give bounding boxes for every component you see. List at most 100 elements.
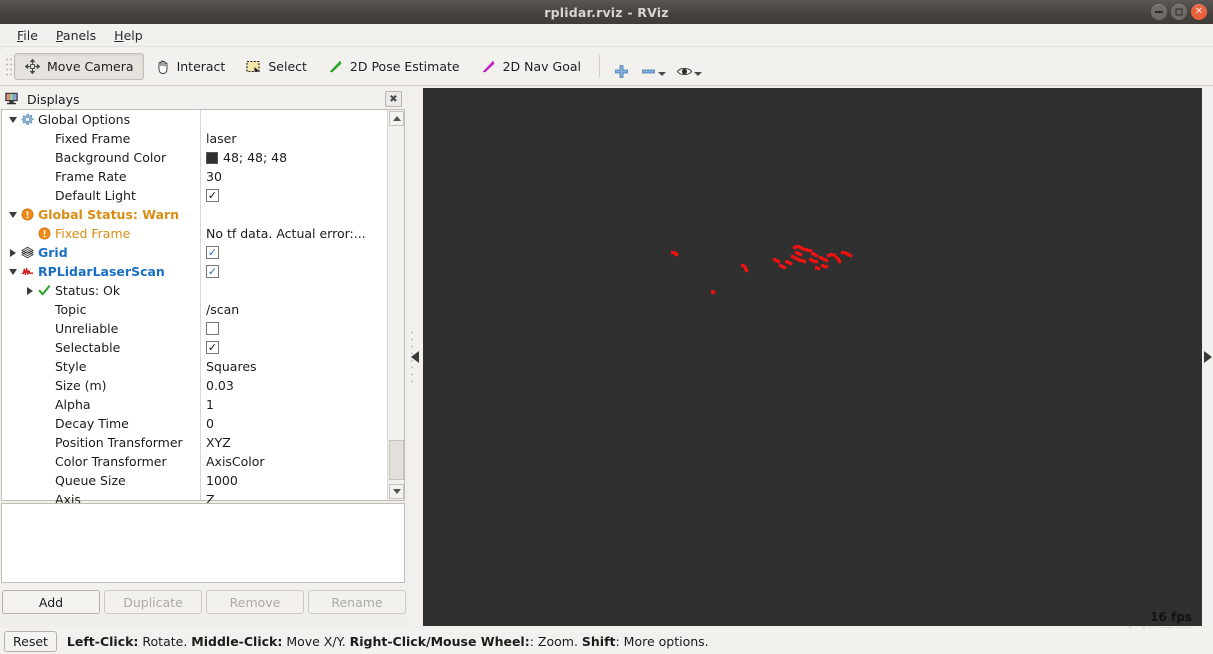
tree-row-label: RPLidarLaserScan (38, 264, 165, 279)
tree-value-cell (201, 281, 387, 300)
expand-right-icon[interactable] (1203, 351, 1212, 363)
select-rect-icon (245, 58, 262, 75)
chevron-down-icon[interactable] (6, 116, 19, 123)
menu-help[interactable]: Help (105, 26, 152, 45)
reset-button[interactable]: Reset (4, 630, 57, 652)
tree-value-cell[interactable] (201, 319, 387, 338)
chevron-down-icon[interactable] (658, 71, 666, 76)
checkbox[interactable] (206, 322, 219, 335)
tree-value-cell[interactable]: XYZ (201, 433, 387, 452)
tree-value-cell[interactable]: 48; 48; 48 (201, 148, 387, 167)
tree-row-selectable[interactable]: Selectable (2, 338, 200, 357)
checkbox[interactable]: ✓ (206, 246, 219, 259)
chevron-right-icon[interactable] (23, 286, 36, 295)
checkbox[interactable]: ✓ (206, 265, 219, 278)
check-icon (36, 284, 53, 297)
tool-remove-view[interactable] (635, 53, 671, 80)
pose-arrow-icon (327, 58, 344, 75)
toolbar-grip[interactable] (4, 55, 12, 77)
tree-value-cell[interactable]: No tf data. Actual error:... (201, 224, 387, 243)
minus-icon (640, 63, 657, 80)
tree-row-fixed-frame[interactable]: Fixed Frame (2, 129, 200, 148)
add-button[interactable]: Add (2, 590, 100, 614)
tree-value-cell[interactable]: AxisColor (201, 452, 387, 471)
left-splitter-handle[interactable] (408, 88, 422, 626)
tree-row-global-options[interactable]: Global Options (2, 110, 200, 129)
chevron-down-icon[interactable] (6, 211, 19, 218)
duplicate-button[interactable]: Duplicate (104, 590, 202, 614)
displays-panel: Displays ✖ Global Options Fixed Frame Back… (0, 90, 406, 614)
tree-value-cell[interactable]: 1000 (201, 471, 387, 490)
tool-2d-nav-goal[interactable]: 2D Nav Goal (470, 53, 591, 80)
tree-row-label: Default Light (55, 188, 136, 203)
scan-point (825, 259, 829, 263)
maximize-button[interactable] (1171, 4, 1187, 20)
tool-select[interactable]: Select (235, 53, 317, 80)
tree-row-rplidarlaserscan[interactable]: RPLidarLaserScan (2, 262, 200, 281)
nav-goal-arrow-icon (480, 58, 497, 75)
hint-part: Rotate. (138, 633, 192, 649)
tree-row-frame-rate[interactable]: Frame Rate (2, 167, 200, 186)
displays-scrollbar[interactable] (387, 110, 404, 500)
tree-row-position-transformer[interactable]: Position Transformer (2, 433, 200, 452)
tree-value-cell[interactable]: 0.03 (201, 376, 387, 395)
tree-row-queue-size[interactable]: Queue Size (2, 471, 200, 490)
menu-panels[interactable]: Panels (47, 26, 105, 45)
tree-value-cell[interactable]: ✓ (201, 243, 387, 262)
close-button[interactable]: ✕ (1191, 4, 1207, 20)
tree-value-cell[interactable]: laser (201, 129, 387, 148)
checkbox[interactable]: ✓ (206, 341, 219, 354)
minimize-button[interactable] (1151, 4, 1167, 20)
hint-part: Left-Click: (66, 633, 139, 649)
scan-point (815, 260, 819, 264)
chevron-down-icon[interactable] (6, 268, 19, 275)
tree-value-cell[interactable]: Squares (201, 357, 387, 376)
tree-row-unreliable[interactable]: Unreliable (2, 319, 200, 338)
tree-row-grid[interactable]: Grid (2, 243, 200, 262)
scan-point (799, 253, 803, 257)
rename-button[interactable]: Rename (308, 590, 406, 614)
menu-file[interactable]: File (8, 26, 47, 45)
scrollbar-thumb[interactable] (389, 440, 404, 480)
tree-value-cell[interactable]: /scan (201, 300, 387, 319)
remove-button[interactable]: Remove (206, 590, 304, 614)
tree-row-global-status-warn[interactable]: Global Status: Warn (2, 205, 200, 224)
tool-interact[interactable]: Interact (144, 53, 236, 80)
right-splitter-handle[interactable] (1202, 88, 1213, 626)
tree-row-topic[interactable]: Topic (2, 300, 200, 319)
close-icon[interactable]: ✖ (385, 91, 402, 107)
tool-move-camera[interactable]: Move Camera (14, 52, 144, 80)
tree-row-size-m[interactable]: Size (m) (2, 376, 200, 395)
render-view-3d[interactable]: 16 fps (423, 88, 1202, 626)
chevron-right-icon[interactable] (6, 248, 19, 257)
tree-row-fixed-frame[interactable]: Fixed Frame (2, 224, 200, 243)
tree-row-status-ok[interactable]: Status: Ok (2, 281, 200, 300)
tool-visibility[interactable] (671, 53, 707, 80)
tool-2d-nav-goal-label: 2D Nav Goal (502, 58, 581, 74)
tool-2d-pose-estimate[interactable]: 2D Pose Estimate (317, 53, 470, 80)
tree-value-text: 0.03 (206, 378, 234, 393)
tree-value-cell[interactable]: 30 (201, 167, 387, 186)
tree-value-cell[interactable]: ✓ (201, 186, 387, 205)
tree-row-default-light[interactable]: Default Light (2, 186, 200, 205)
chevron-down-icon[interactable] (694, 71, 702, 76)
tree-row-label: Frame Rate (55, 169, 127, 184)
tree-value-cell[interactable]: ✓ (201, 262, 387, 281)
status-bar: Reset Left-Click: Rotate. Middle-Click: … (0, 628, 1213, 654)
tree-row-style[interactable]: Style (2, 357, 200, 376)
scene-svg (671, 245, 853, 295)
scroll-up-icon[interactable] (389, 111, 404, 126)
checkbox[interactable]: ✓ (206, 189, 219, 202)
tree-row-decay-time[interactable]: Decay Time (2, 414, 200, 433)
tree-value-cell (201, 205, 387, 224)
hint-part: Shift (581, 633, 616, 649)
tool-add-view[interactable] (608, 53, 635, 80)
tree-value-cell[interactable]: 0 (201, 414, 387, 433)
tree-value-cell[interactable]: 1 (201, 395, 387, 414)
tree-value-cell[interactable]: ✓ (201, 338, 387, 357)
tree-row-alpha[interactable]: Alpha (2, 395, 200, 414)
tree-row-color-transformer[interactable]: Color Transformer (2, 452, 200, 471)
color-swatch[interactable] (206, 151, 218, 164)
scroll-down-icon[interactable] (389, 484, 404, 499)
tree-row-background-color[interactable]: Background Color (2, 148, 200, 167)
